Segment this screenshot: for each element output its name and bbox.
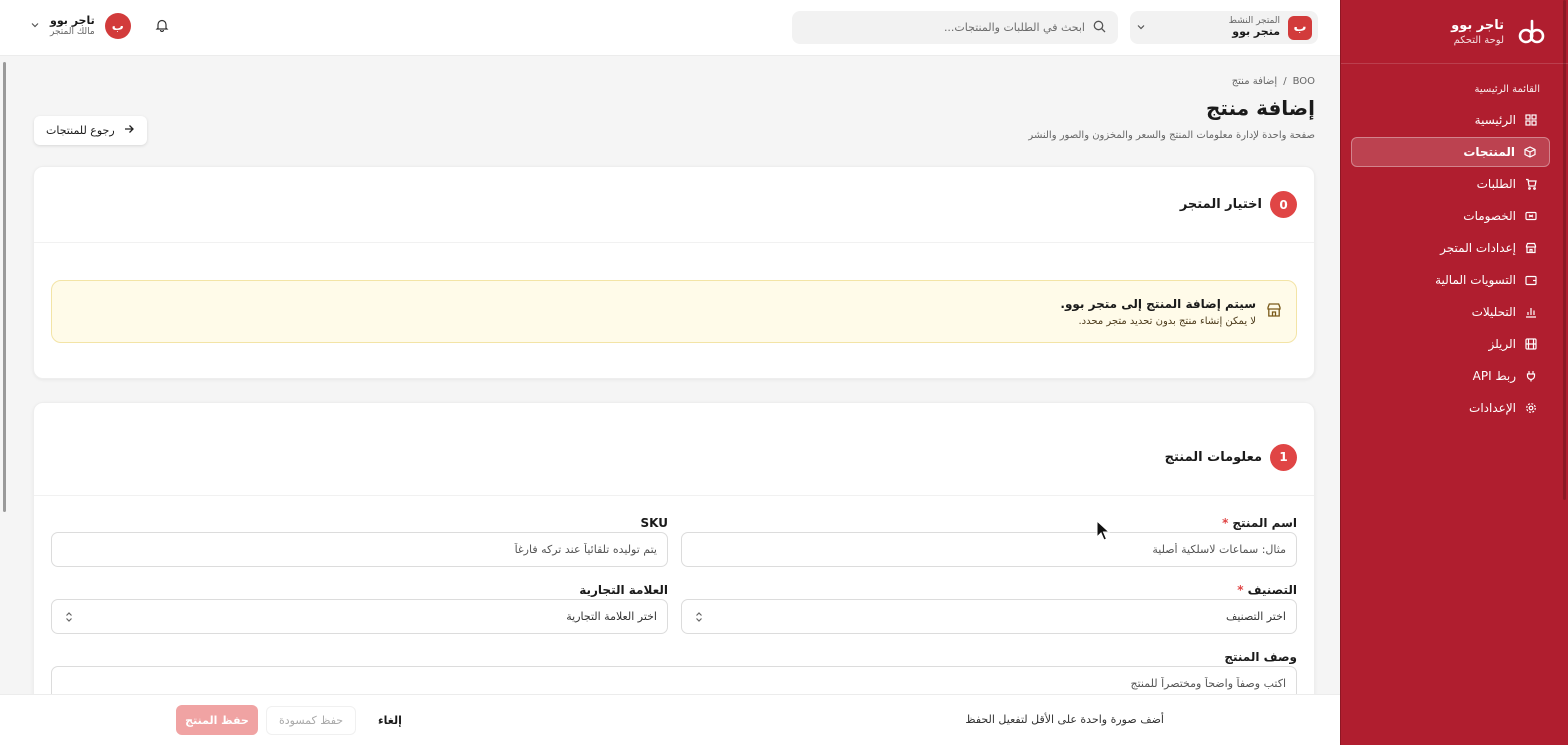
sidebar-item-settlements[interactable]: التسويات المالية: [1351, 265, 1550, 295]
sidebar-item-api[interactable]: ربط API: [1351, 361, 1550, 391]
store-selection-card: 0 اختيار المتجر سيتم إضافة المنتج إلى مت…: [33, 166, 1315, 379]
alert-title: سيتم إضافة المنتج إلى متجر بوو.: [1060, 296, 1256, 311]
page-subtitle: صفحة واحدة لإدارة معلومات المنتج والسعر …: [1028, 130, 1315, 141]
brand-name: تاجر بوو: [1451, 17, 1504, 33]
sidebar-item-reels[interactable]: الريلز: [1351, 329, 1550, 359]
section-title: معلومات المنتج: [1164, 449, 1262, 465]
search-icon: [1093, 20, 1106, 36]
store-icon: [1266, 302, 1282, 321]
cancel-button[interactable]: إلغاء: [372, 706, 408, 735]
description-input[interactable]: [62, 677, 1286, 690]
step-badge: 1: [1270, 443, 1297, 471]
sidebar-item-label: التحليلات: [1471, 305, 1516, 319]
category-field: التصنيف* اختر التصنيف: [681, 583, 1297, 635]
category-select-value: اختر التصنيف: [1225, 610, 1286, 623]
section-title: اختيار المتجر: [1179, 197, 1262, 212]
grid-icon: [1524, 113, 1538, 127]
required-mark: *: [1222, 516, 1229, 530]
category-select[interactable]: اختر التصنيف: [681, 599, 1297, 634]
chevron-down-icon: [30, 19, 40, 33]
avatar: ب: [104, 13, 131, 39]
sidebar-item-label: ربط API: [1472, 369, 1516, 383]
breadcrumb-root[interactable]: BOO: [1293, 76, 1315, 87]
back-button-label: رجوع للمنتجات: [46, 124, 115, 137]
brand[interactable]: تاجر بوو لوحة التحكم: [1341, 0, 1568, 64]
store-badge: ب: [1288, 15, 1312, 40]
product-name-input[interactable]: [692, 543, 1286, 556]
sidebar-item-label: الإعدادات: [1469, 401, 1516, 415]
product-name-field: اسم المنتج*: [681, 516, 1297, 568]
page-title: إضافة منتج: [1205, 96, 1315, 120]
back-to-products-button[interactable]: رجوع للمنتجات: [34, 116, 147, 145]
main-content: BOO / إضافة منتج إضافة منتج صفحة واحدة ل…: [0, 56, 1340, 694]
sku-label: SKU: [640, 516, 668, 530]
chevron-up-down-icon: [64, 611, 74, 626]
sidebar-item-analytics[interactable]: التحليلات: [1351, 297, 1550, 327]
save-draft-button[interactable]: حفظ كمسودة: [266, 706, 357, 735]
bar-chart-icon: [1524, 305, 1538, 319]
required-mark: *: [1237, 583, 1244, 597]
product-name-label: اسم المنتج*: [1222, 516, 1297, 530]
sku-field: SKU: [51, 516, 668, 568]
wallet-icon: [1524, 273, 1538, 287]
film-icon: [1524, 337, 1538, 351]
sidebar-item-label: الريلز: [1488, 337, 1516, 351]
sidebar-scrollbar[interactable]: [1563, 0, 1566, 500]
category-label: التصنيف*: [1237, 583, 1297, 597]
step-badge: 0: [1270, 191, 1297, 218]
search-bar[interactable]: [792, 11, 1118, 44]
ticket-icon: [1524, 209, 1538, 223]
user-menu[interactable]: ب تاجر بوو مالك المتجر: [30, 13, 131, 39]
sidebar-item-label: الخصومات: [1463, 209, 1516, 223]
description-field: وصف المنتج: [51, 650, 1297, 694]
brand-label: العلامة التجارية: [579, 583, 668, 597]
store-switcher[interactable]: ب المتجر النشط متجر بوو: [1130, 11, 1318, 44]
user-name: تاجر بوو: [50, 13, 95, 27]
sidebar-item-settings[interactable]: الإعدادات: [1351, 393, 1550, 423]
store-icon: [1524, 241, 1538, 255]
brand-select-value: اختر العلامة التجارية: [566, 610, 657, 623]
sidebar-item-orders[interactable]: الطلبات: [1351, 169, 1550, 199]
sidebar-item-label: الرئيسية: [1474, 113, 1516, 127]
alert-description: لا يمكن إنشاء منتج بدون تحديد متجر محدد.: [1078, 315, 1257, 327]
store-switcher-value: متجر بوو: [1232, 25, 1280, 39]
user-role: مالك المتجر: [50, 27, 95, 38]
sidebar-item-label: إعدادات المتجر: [1440, 241, 1516, 255]
sidebar-item-products[interactable]: المنتجات: [1351, 137, 1550, 167]
breadcrumb: BOO / إضافة منتج: [1232, 76, 1315, 87]
save-footer: أضف صورة واحدة على الأقل لتفعيل الحفظ إل…: [0, 694, 1340, 745]
topbar: ب المتجر النشط متجر بوو ب تاجر بوو مالك …: [0, 0, 1340, 56]
footer-message: أضف صورة واحدة على الأقل لتفعيل الحفظ: [965, 713, 1164, 726]
sidebar-item-store-settings[interactable]: إعدادات المتجر: [1351, 233, 1550, 263]
plug-icon: [1524, 369, 1538, 383]
sidebar-item-home[interactable]: الرئيسية: [1351, 105, 1550, 135]
sidebar: تاجر بوو لوحة التحكم القائمة الرئيسية ال…: [1340, 0, 1568, 745]
arrow-right-icon: [123, 123, 135, 138]
sidebar-section-title: القائمة الرئيسية: [1474, 84, 1540, 95]
sku-input[interactable]: [62, 543, 657, 556]
save-product-button[interactable]: حفظ المنتج: [176, 705, 258, 735]
sidebar-item-label: التسويات المالية: [1435, 273, 1516, 287]
box-icon: [1523, 145, 1537, 159]
breadcrumb-current: إضافة منتج: [1231, 76, 1278, 87]
breadcrumb-separator: /: [1283, 76, 1287, 87]
gear-icon: [1524, 401, 1538, 415]
brand-subtitle: لوحة التحكم: [1453, 34, 1504, 46]
product-info-card: 1 معلومات المنتج اسم المنتج* SKU التصنيف…: [33, 402, 1315, 694]
brand-logo-icon: [1514, 15, 1548, 49]
sidebar-item-discounts[interactable]: الخصومات: [1351, 201, 1550, 231]
description-label: وصف المنتج: [1224, 650, 1297, 664]
store-alert: سيتم إضافة المنتج إلى متجر بوو. لا يمكن …: [51, 280, 1297, 343]
chevron-down-icon: [1136, 21, 1146, 35]
search-input[interactable]: [804, 21, 1085, 34]
chevron-up-down-icon: [694, 611, 704, 626]
brand-select[interactable]: اختر العلامة التجارية: [51, 599, 668, 634]
brand-field: العلامة التجارية اختر العلامة التجارية: [51, 583, 668, 635]
sidebar-item-label: المنتجات: [1463, 145, 1515, 159]
bell-icon[interactable]: [155, 18, 169, 35]
mouse-cursor-icon: [1096, 519, 1112, 545]
cart-icon: [1524, 177, 1538, 191]
sidebar-item-label: الطلبات: [1476, 177, 1516, 191]
main-scrollbar[interactable]: [3, 62, 6, 512]
